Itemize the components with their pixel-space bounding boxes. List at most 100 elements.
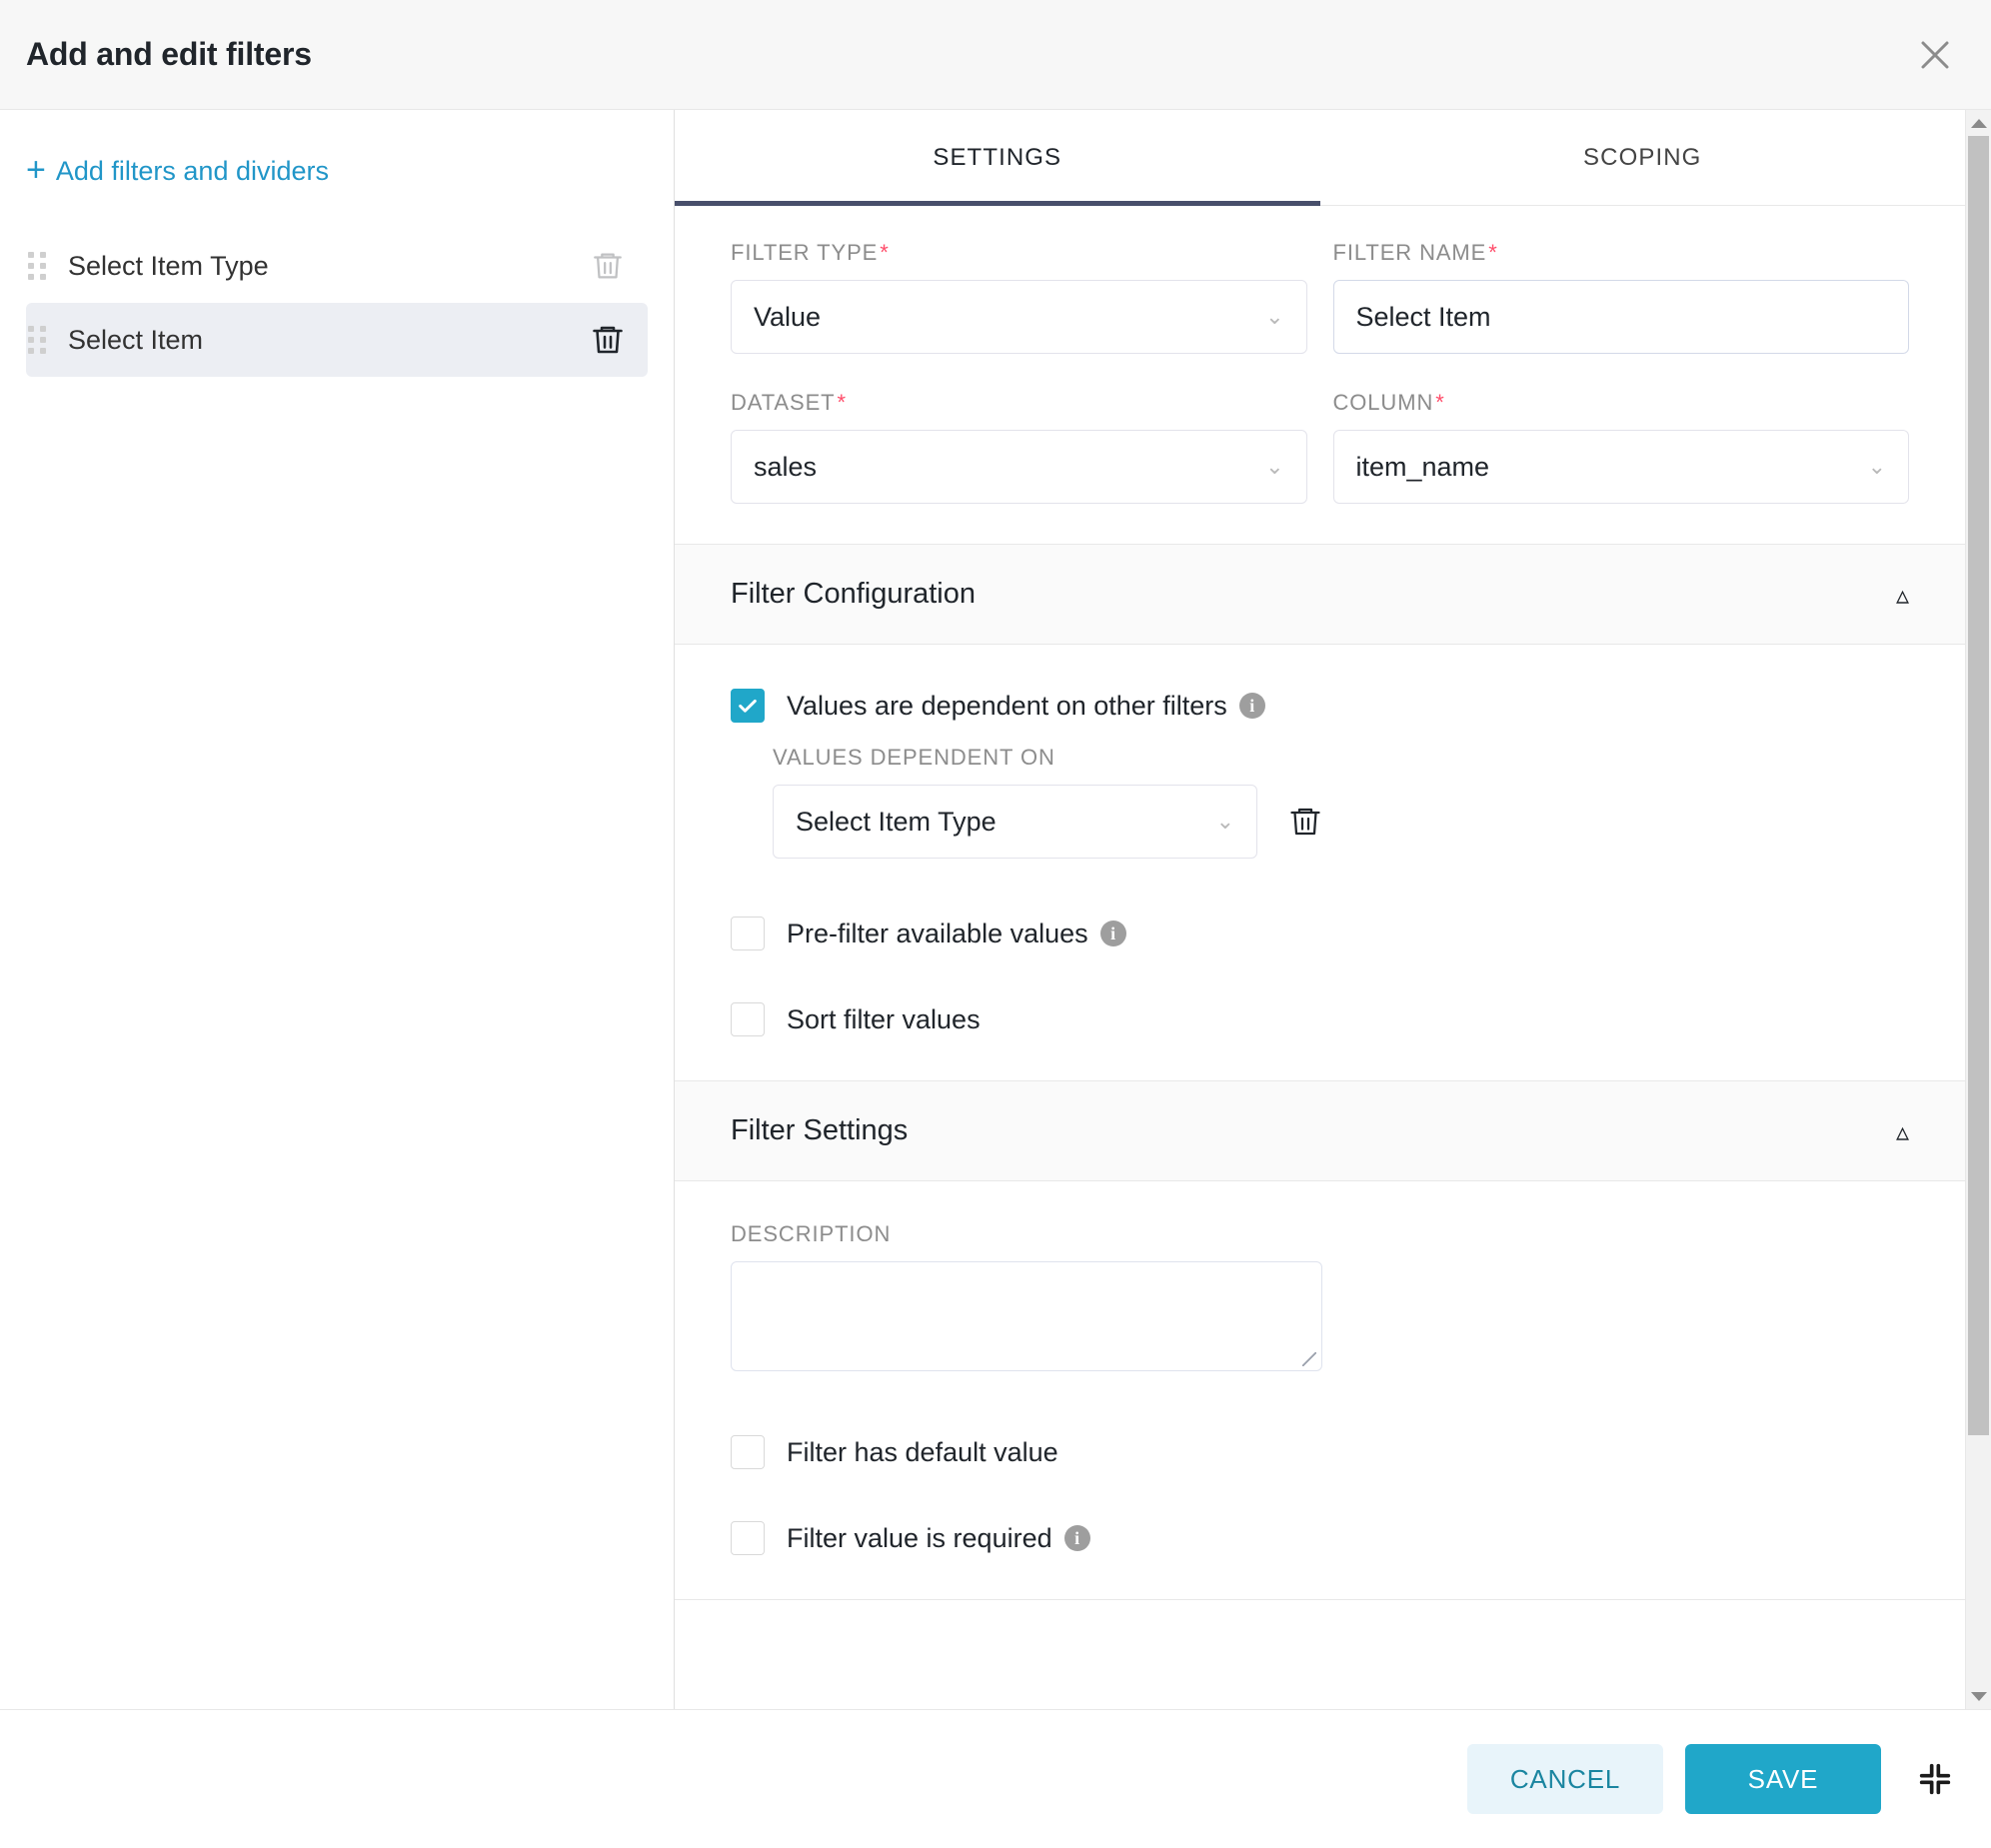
tab-settings-label: SETTINGS (933, 143, 1062, 171)
filter-name-label-text: FILTER NAME (1332, 240, 1487, 265)
info-icon[interactable]: i (1099, 921, 1126, 946)
dataset-select[interactable]: sales ⌄ (731, 430, 1307, 504)
filter-configuration-body: Values are dependent on other filters i … (675, 645, 1965, 1081)
values-dependent-label-text: Values are dependent on other filters (787, 690, 1227, 721)
filter-type-label-text: FILTER TYPE (731, 240, 879, 265)
plus-icon: + (26, 151, 46, 189)
content-wrapper: SETTINGS SCOPING FILTER TYPE * Value ⌄ F… (675, 110, 1991, 1709)
dataset-value: sales (754, 451, 818, 482)
values-dependent-on-value: Select Item Type (796, 806, 996, 837)
chevron-down-icon: ⌄ (1265, 304, 1284, 329)
filter-has-default-label-text: Filter has default value (787, 1436, 1058, 1467)
list-item[interactable]: Select Item Type (26, 229, 648, 303)
is-required-row: Filter value is required i (731, 1521, 1909, 1555)
field-row-1: FILTER TYPE * Value ⌄ FILTER NAME * Sele… (731, 240, 1909, 354)
trash-icon[interactable] (586, 244, 630, 288)
tab-settings[interactable]: SETTINGS (675, 110, 1320, 206)
trash-icon[interactable] (586, 318, 630, 362)
filter-value-required-label-text: Filter value is required (787, 1522, 1052, 1553)
save-button[interactable]: SAVE (1685, 1744, 1881, 1814)
filter-has-default-label: Filter has default value (787, 1437, 1058, 1468)
dataset-label-text: DATASET (731, 390, 836, 415)
settings-panel: SETTINGS SCOPING FILTER TYPE * Value ⌄ F… (675, 110, 1965, 1709)
scroll-up-arrow[interactable] (1966, 112, 1991, 134)
filter-type-select[interactable]: Value ⌄ (731, 280, 1307, 354)
pre-filter-label-text: Pre-filter available values (787, 918, 1088, 948)
page-title: Add and edit filters (26, 36, 312, 72)
column-value: item_name (1355, 451, 1490, 482)
tab-bar: SETTINGS SCOPING (675, 110, 1965, 206)
scrollbar-thumb[interactable] (1968, 136, 1989, 1435)
tab-scoping[interactable]: SCOPING (1320, 110, 1966, 205)
list-item-label: Select Item Type (68, 250, 269, 281)
required-asterisk: * (1488, 240, 1498, 265)
sort-values-checkbox[interactable] (731, 1002, 765, 1036)
column-label-text: COLUMN (1332, 390, 1434, 415)
add-filters-and-dividers-button[interactable]: + Add filters and dividers (0, 110, 329, 187)
values-dependent-label: Values are dependent on other filters i (787, 691, 1265, 722)
filter-configuration-title: Filter Configuration (731, 578, 976, 610)
filter-name-label: FILTER NAME * (1333, 240, 1910, 266)
filter-settings-body: DESCRIPTION Filter has default value Fil… (675, 1181, 1965, 1600)
close-icon[interactable] (1909, 29, 1961, 81)
filter-settings-title: Filter Settings (731, 1114, 909, 1146)
pre-filter-label: Pre-filter available values i (787, 919, 1126, 949)
filter-list: Select Item Type Select Item (0, 229, 674, 377)
values-dependent-on-row: Select Item Type ⌄ (773, 785, 1909, 859)
cancel-button[interactable]: CANCEL (1467, 1744, 1663, 1814)
required-asterisk: * (1435, 390, 1445, 415)
filter-type-value: Value (754, 301, 822, 332)
filters-sidebar: + Add filters and dividers Select Item T… (0, 110, 675, 1709)
vertical-scrollbar[interactable] (1965, 110, 1991, 1709)
chevron-down-icon: ⌄ (1215, 809, 1234, 834)
chevron-up-icon[interactable]: ▵ (1896, 582, 1909, 608)
drag-handle-icon[interactable] (26, 326, 48, 354)
values-dependent-on-block: VALUES DEPENDENT ON Select Item Type ⌄ (773, 745, 1909, 859)
sort-values-label: Sort filter values (787, 1004, 981, 1035)
collapse-arrows-icon[interactable] (1903, 1747, 1967, 1811)
filter-value-required-checkbox[interactable] (731, 1521, 765, 1555)
has-default-row: Filter has default value (731, 1435, 1909, 1469)
filter-value-required-label: Filter value is required i (787, 1523, 1090, 1554)
filter-type-field: FILTER TYPE * Value ⌄ (731, 240, 1307, 354)
filter-has-default-checkbox[interactable] (731, 1435, 765, 1469)
chevron-down-icon: ⌄ (1265, 454, 1284, 479)
scroll-down-arrow[interactable] (1966, 1685, 1991, 1707)
filter-configuration-header[interactable]: Filter Configuration ▵ (675, 545, 1965, 645)
add-edit-filters-modal: Add and edit filters + Add filters and d… (0, 0, 1991, 1848)
trash-icon[interactable] (1283, 800, 1327, 844)
column-label: COLUMN * (1333, 390, 1910, 416)
list-item[interactable]: Select Item (26, 303, 648, 377)
chevron-down-icon: ⌄ (1867, 454, 1886, 479)
basic-fields-block: FILTER TYPE * Value ⌄ FILTER NAME * Sele… (675, 206, 1965, 545)
info-icon[interactable]: i (1238, 693, 1265, 719)
filter-name-input[interactable]: Select Item (1332, 280, 1909, 354)
dataset-field: DATASET * sales ⌄ (731, 390, 1307, 504)
sort-values-row: Sort filter values (731, 1002, 1909, 1036)
filter-type-label: FILTER TYPE * (731, 240, 1307, 266)
pre-filter-checkbox[interactable] (731, 917, 765, 950)
description-textarea[interactable] (731, 1261, 1322, 1371)
column-field: COLUMN * item_name ⌄ (1332, 390, 1910, 504)
filter-settings-header[interactable]: Filter Settings ▵ (675, 1081, 1965, 1181)
list-item-label: Select Item (68, 324, 204, 355)
info-icon[interactable]: i (1063, 1525, 1090, 1551)
sort-values-label-text: Sort filter values (787, 1003, 981, 1034)
modal-footer: CANCEL SAVE (0, 1710, 1991, 1848)
add-filters-label: Add filters and dividers (55, 156, 329, 186)
field-row-2: DATASET * sales ⌄ COLUMN * item_name ⌄ (731, 390, 1909, 504)
values-dependent-on-label: VALUES DEPENDENT ON (773, 745, 1055, 770)
required-asterisk: * (880, 240, 890, 265)
values-dependent-checkbox[interactable] (731, 689, 765, 723)
values-dependent-on-select[interactable]: Select Item Type ⌄ (773, 785, 1257, 859)
settings-scroll-area: FILTER TYPE * Value ⌄ FILTER NAME * Sele… (675, 206, 1965, 1709)
modal-body: + Add filters and dividers Select Item T… (0, 110, 1991, 1710)
drag-handle-icon[interactable] (26, 252, 48, 280)
values-dependent-row: Values are dependent on other filters i (731, 689, 1909, 723)
pre-filter-row: Pre-filter available values i (731, 917, 1909, 950)
column-select[interactable]: item_name ⌄ (1332, 430, 1909, 504)
description-label: DESCRIPTION (731, 1221, 892, 1246)
chevron-up-icon[interactable]: ▵ (1896, 1118, 1909, 1144)
modal-header: Add and edit filters (0, 0, 1991, 110)
dataset-label: DATASET * (731, 390, 1307, 416)
